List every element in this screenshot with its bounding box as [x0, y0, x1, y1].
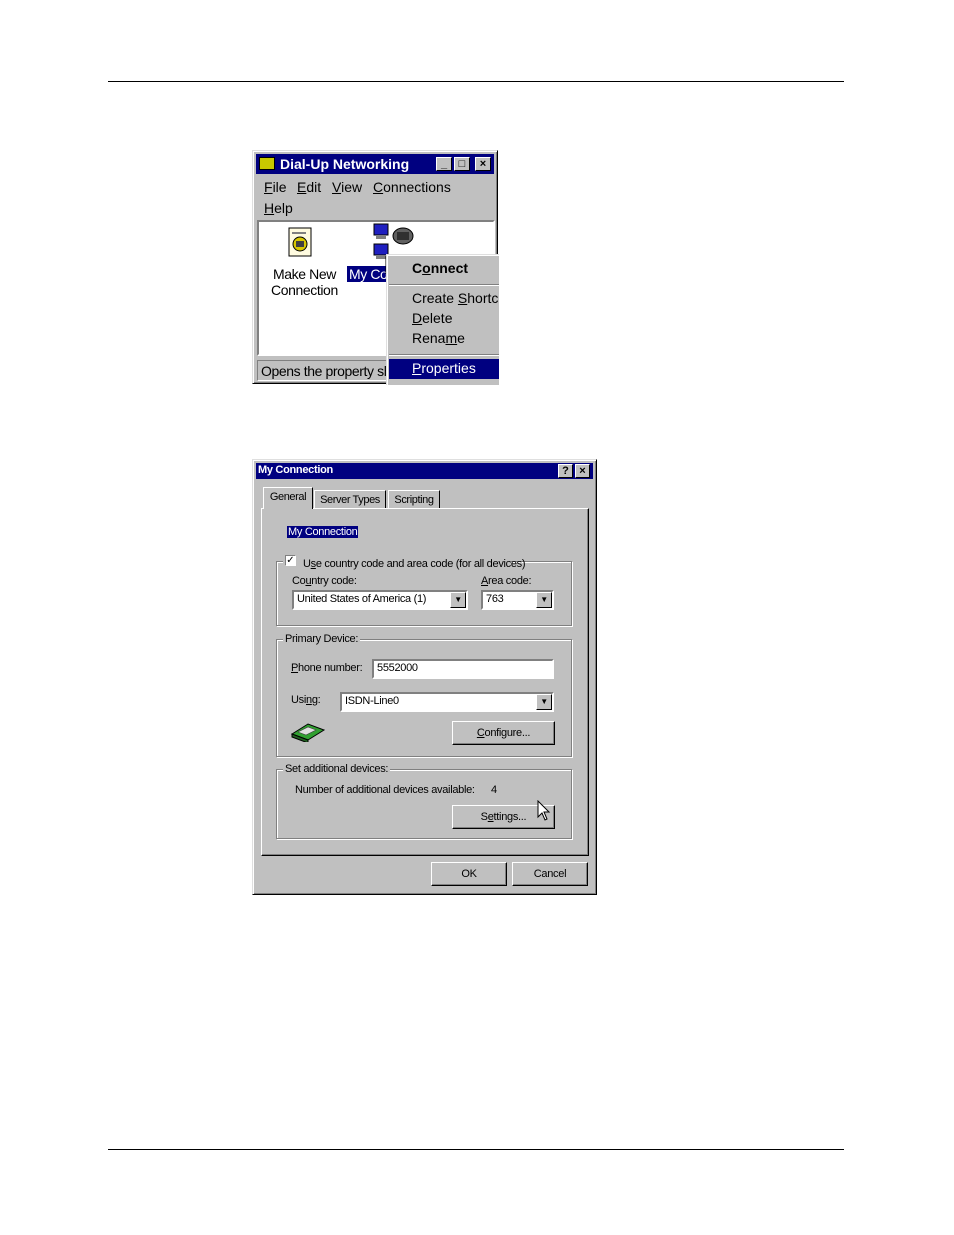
using-label: Using: — [291, 694, 321, 706]
area-code-label: Area code: — [481, 575, 532, 587]
menu-separator-2 — [389, 354, 499, 356]
chevron-down-icon[interactable]: ▼ — [536, 592, 552, 608]
help-button[interactable]: ? — [558, 464, 573, 478]
menu-view[interactable]: View — [332, 179, 362, 195]
configure-button[interactable]: Configure... — [452, 721, 555, 745]
footer-rule — [108, 1149, 844, 1150]
minimize-button[interactable]: _ — [436, 157, 452, 171]
tab-server-types[interactable]: Server Types — [314, 490, 386, 509]
menu-item-connect[interactable]: Connect — [412, 260, 468, 276]
phone-number-input[interactable]: 5552000 — [372, 659, 554, 679]
dialog-close-button[interactable]: × — [575, 464, 590, 478]
area-code-dropdown[interactable]: 763 ▼ — [481, 590, 554, 610]
dialog-title: My Connection — [258, 464, 333, 476]
menu-file[interactable]: File — [264, 179, 287, 195]
make-new-connection-label-2: Connection — [271, 282, 338, 298]
my-connection-dialog: My Connection ? × General Server Types S… — [252, 459, 597, 895]
phone-number-label: Phone number: — [291, 662, 363, 674]
menu-edit[interactable]: Edit — [297, 179, 321, 195]
dun-titlebar[interactable]: Dial-Up Networking _ □ × — [256, 154, 494, 174]
tab-scripting[interactable]: Scripting — [388, 490, 440, 509]
arrow-cursor-icon — [537, 800, 551, 821]
additional-devices-count: 4 — [491, 784, 497, 796]
country-code-label: Country code: — [292, 575, 357, 587]
general-tab-panel: My Connection ✓ Use country code and are… — [261, 508, 589, 856]
dialog-titlebar[interactable]: My Connection ? × — [256, 463, 593, 479]
additional-devices-title: Set additional devices: — [283, 763, 391, 775]
cancel-button[interactable]: Cancel — [512, 862, 588, 886]
dun-folder-icon — [259, 157, 275, 170]
dun-title: Dial-Up Networking — [280, 156, 410, 172]
header-rule — [108, 81, 844, 82]
make-new-connection-icon[interactable] — [286, 226, 316, 260]
close-button[interactable]: × — [475, 157, 491, 171]
menu-item-delete[interactable]: Delete — [412, 310, 452, 326]
chevron-down-icon[interactable]: ▼ — [536, 694, 552, 710]
connection-name[interactable]: My Connection — [287, 526, 359, 538]
menu-item-rename[interactable]: Rename — [412, 330, 465, 346]
menu-connections[interactable]: Connections — [373, 179, 451, 195]
maximize-button[interactable]: □ — [454, 157, 470, 171]
country-code-dropdown[interactable]: United States of America (1) ▼ — [292, 590, 468, 610]
make-new-connection-label-1: Make New — [273, 266, 336, 282]
dial-up-networking-window: Dial-Up Networking _ □ × File Edit View … — [252, 150, 499, 385]
chevron-down-icon[interactable]: ▼ — [450, 592, 466, 608]
menu-help[interactable]: Help — [264, 200, 293, 216]
use-country-checkbox[interactable]: ✓ — [285, 555, 296, 566]
tab-general[interactable]: General — [263, 487, 313, 509]
modem-device-icon — [290, 723, 326, 742]
primary-device-title: Primary Device: — [283, 633, 361, 645]
use-country-label: Use country code and area code (for all … — [303, 558, 526, 570]
using-device-dropdown[interactable]: ISDN-Line0 ▼ — [340, 692, 554, 712]
context-menu: Connect Create Shortcut Delete Rename Pr… — [386, 254, 499, 385]
menu-item-create-shortcut[interactable]: Create Shortcut — [412, 290, 499, 306]
status-text: Opens the property sh — [261, 363, 392, 379]
menu-item-properties[interactable]: Properties — [389, 359, 499, 379]
menu-separator-1 — [389, 284, 499, 286]
additional-devices-label: Number of additional devices available: — [295, 784, 475, 796]
my-connection-label[interactable]: My Co — [347, 266, 390, 282]
ok-button[interactable]: OK — [431, 862, 507, 886]
use-country-checkbox-row[interactable]: ✓ Use country code and area code (for al… — [283, 554, 526, 570]
